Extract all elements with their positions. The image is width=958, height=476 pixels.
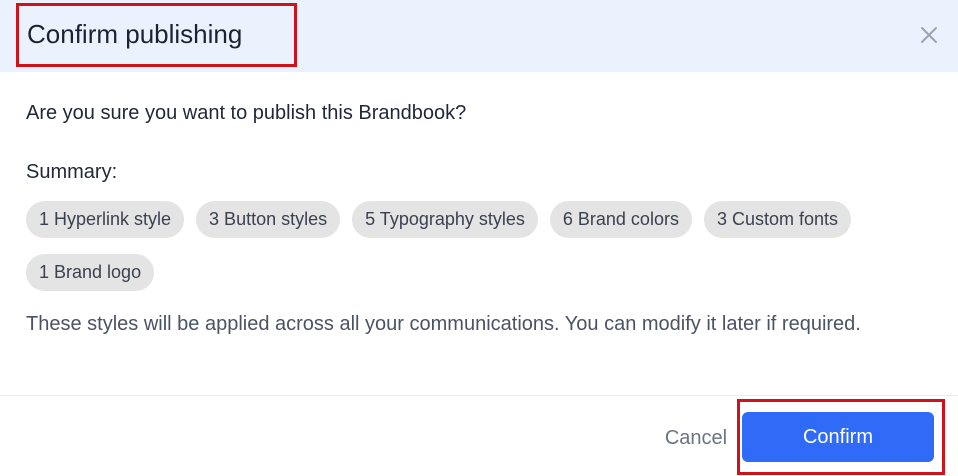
close-button[interactable] xyxy=(912,18,946,52)
summary-chip-custom-fonts: 3 Custom fonts xyxy=(703,201,852,238)
dialog-header: Confirm publishing xyxy=(0,0,958,72)
cancel-button[interactable]: Cancel xyxy=(652,418,740,458)
summary-chip-hyperlink-style: 1 Hyperlink style xyxy=(26,201,185,238)
dialog-title: Confirm publishing xyxy=(27,19,243,49)
confirmation-question: Are you sure you want to publish this Br… xyxy=(26,102,467,124)
summary-chips: 1 Hyperlink style 3 Button styles 5 Typo… xyxy=(26,201,926,291)
close-icon xyxy=(921,27,937,43)
summary-chip-brand-logo: 1 Brand logo xyxy=(26,254,155,291)
summary-chip-typography-styles: 5 Typography styles xyxy=(352,201,538,238)
confirm-button[interactable]: Confirm xyxy=(742,412,934,462)
summary-chip-brand-colors: 6 Brand colors xyxy=(549,201,692,238)
summary-chip-button-styles: 3 Button styles xyxy=(196,201,341,238)
footer-divider xyxy=(0,395,958,396)
summary-label: Summary: xyxy=(26,161,118,183)
confirm-publishing-dialog: Confirm publishing Are you sure you want… xyxy=(0,0,958,476)
publish-note: These styles will be applied across all … xyxy=(26,313,861,335)
